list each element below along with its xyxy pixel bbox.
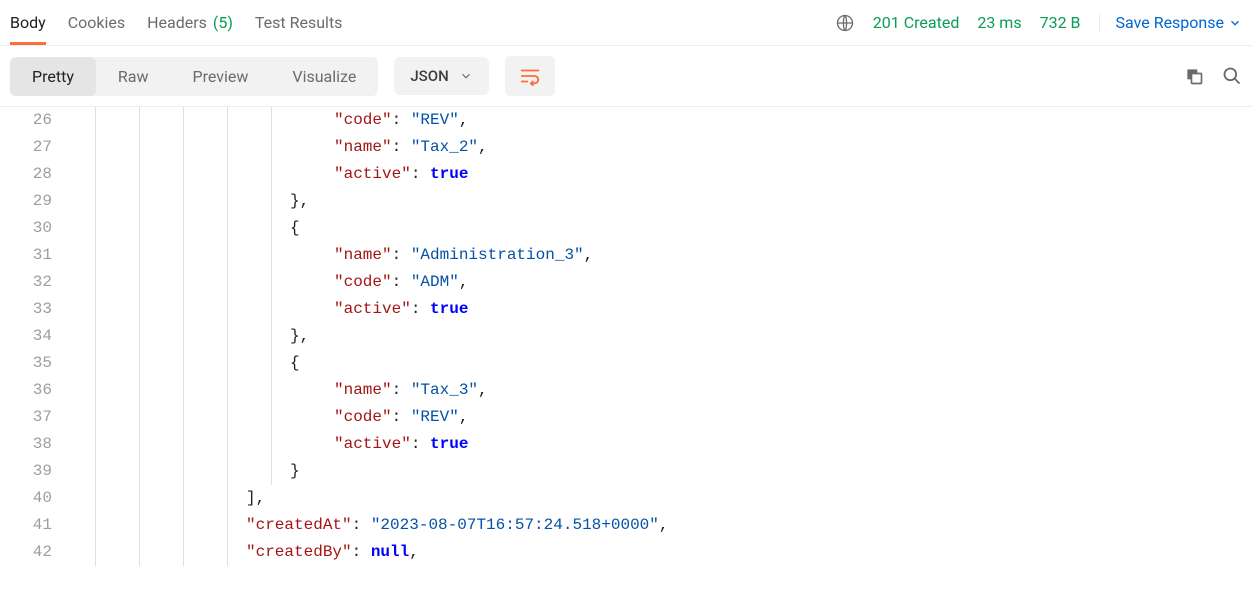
code-content: "name": "Tax_2", [334, 134, 488, 161]
code-content: "createdAt": "2023-08-07T16:57:24.518+00… [246, 512, 668, 539]
code-content: "name": "Administration_3", [334, 242, 593, 269]
code-line: 31 "name": "Administration_3", [0, 242, 1252, 269]
tab-headers-label: Headers [147, 13, 207, 32]
line-number: 36 [0, 377, 70, 404]
code-line: 40], [0, 485, 1252, 512]
code-content: }, [290, 323, 309, 350]
code-line: 28 "active": true [0, 161, 1252, 188]
line-number: 34 [0, 323, 70, 350]
code-line: 39} [0, 458, 1252, 485]
code-content: } [290, 458, 300, 485]
code-content: "active": true [334, 431, 468, 458]
tab-headers-count: (5) [213, 13, 233, 32]
line-number: 42 [0, 539, 70, 566]
code-line: 30 { [0, 215, 1252, 242]
code-line: 35 { [0, 350, 1252, 377]
code-line: 41 "createdAt": "2023-08-07T16:57:24.518+… [0, 512, 1252, 539]
code-line: 27 "name": "Tax_2", [0, 134, 1252, 161]
line-number: 29 [0, 188, 70, 215]
toolbar-right [1184, 66, 1242, 86]
copy-icon [1184, 66, 1204, 86]
code-line: 42 "createdBy": null, [0, 539, 1252, 566]
response-meta: 201 Created 23 ms 732 B Save Response [835, 13, 1242, 33]
line-number: 39 [0, 458, 70, 485]
line-number: 31 [0, 242, 70, 269]
code-line: 38 "active": true [0, 431, 1252, 458]
code-content: { [290, 350, 300, 377]
line-number: 37 [0, 404, 70, 431]
code-content: "code": "REV", [334, 404, 468, 431]
line-number: 41 [0, 512, 70, 539]
tab-body[interactable]: Body [10, 1, 46, 44]
code-content: "active": true [334, 296, 468, 323]
code-content: }, [290, 188, 309, 215]
code-content: { [290, 215, 300, 242]
chevron-down-icon [459, 69, 473, 83]
code-content: ], [246, 485, 265, 512]
response-toolbar: Pretty Raw Preview Visualize JSON [0, 46, 1252, 107]
code-content: "code": "ADM", [334, 269, 468, 296]
code-line: 26 "code": "REV", [0, 107, 1252, 134]
view-mode-tabs: Pretty Raw Preview Visualize [10, 57, 378, 96]
code-line: 37 "code": "REV", [0, 404, 1252, 431]
status-size[interactable]: 732 B [1040, 13, 1081, 32]
status-code[interactable]: 201 Created [873, 13, 960, 32]
search-button[interactable] [1222, 66, 1242, 86]
line-number: 35 [0, 350, 70, 377]
code-content: "name": "Tax_3", [334, 377, 488, 404]
status-time[interactable]: 23 ms [977, 13, 1021, 32]
view-tab-raw[interactable]: Raw [96, 57, 171, 96]
response-tabs: Body Cookies Headers (5) Test Results [10, 1, 342, 44]
tab-headers[interactable]: Headers (5) [147, 1, 233, 44]
copy-button[interactable] [1184, 66, 1204, 86]
format-select-value: JSON [410, 67, 448, 85]
wrap-lines-button[interactable] [505, 56, 555, 96]
view-tab-preview[interactable]: Preview [170, 57, 270, 96]
view-tab-visualize[interactable]: Visualize [270, 57, 378, 96]
line-number: 40 [0, 485, 70, 512]
code-line: 36 "name": "Tax_3", [0, 377, 1252, 404]
view-tab-pretty[interactable]: Pretty [10, 57, 96, 96]
code-line: 33 "active": true [0, 296, 1252, 323]
code-content: "createdBy": null, [246, 539, 419, 566]
line-number: 26 [0, 107, 70, 134]
line-number: 27 [0, 134, 70, 161]
line-number: 32 [0, 269, 70, 296]
line-number: 28 [0, 161, 70, 188]
chevron-down-icon [1228, 16, 1242, 30]
wrap-icon [519, 66, 541, 86]
tab-test-results[interactable]: Test Results [255, 1, 343, 44]
code-line: 34}, [0, 323, 1252, 350]
format-select[interactable]: JSON [394, 57, 488, 95]
line-number: 33 [0, 296, 70, 323]
line-number: 30 [0, 215, 70, 242]
globe-icon[interactable] [835, 13, 855, 33]
code-content: "active": true [334, 161, 468, 188]
tab-cookies[interactable]: Cookies [68, 1, 125, 44]
save-response-label: Save Response [1116, 13, 1224, 32]
code-content: "code": "REV", [334, 107, 468, 134]
line-number: 38 [0, 431, 70, 458]
response-body-code[interactable]: 26 "code": "REV", 27 "name": "Tax_2", 28 "act… [0, 107, 1252, 595]
save-response-button[interactable]: Save Response [1099, 13, 1242, 32]
code-line: 32 "code": "ADM", [0, 269, 1252, 296]
response-tabs-bar: Body Cookies Headers (5) Test Results 20… [0, 0, 1252, 46]
search-icon [1222, 66, 1242, 86]
code-line: 29}, [0, 188, 1252, 215]
